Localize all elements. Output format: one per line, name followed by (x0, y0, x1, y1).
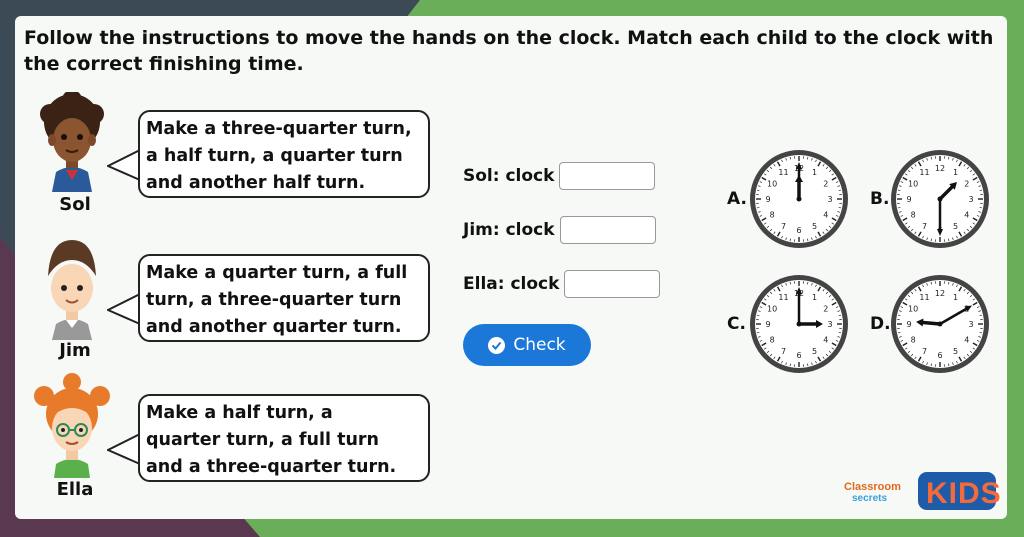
clock-numeral: 8 (911, 211, 916, 220)
clock-numeral: 4 (964, 336, 969, 345)
clock-numeral: 8 (770, 336, 775, 345)
clock-numeral: 5 (953, 222, 958, 231)
ella-name: Ella (56, 479, 94, 500)
check-button-label: Check (513, 335, 566, 355)
clock-a: 123456789101112 (750, 150, 848, 248)
clock-center (937, 321, 943, 327)
clock-c: 123456789101112 (750, 275, 848, 373)
sol-instruction-line-1: Make a three-quarter turn, (146, 119, 412, 139)
jim-answer-row: Jim: clock (463, 216, 656, 244)
clock-numeral: 3 (968, 320, 973, 329)
jim-instruction-line-3: and another quarter turn. (146, 317, 402, 337)
clock-numeral: 9 (906, 195, 911, 204)
clock-numeral: 7 (781, 347, 786, 356)
jim-answer-label: Jim: clock (463, 220, 555, 240)
clock-d: 123456789101112 (891, 275, 989, 373)
clock-a-letter: A. (727, 189, 747, 209)
ella-instruction-line-2: quarter turn, a full turn (146, 430, 380, 450)
clock-numeral: 10 (908, 180, 918, 189)
clock-numeral: 10 (767, 180, 777, 189)
sol-name: Sol (59, 194, 91, 215)
clock-numeral: 6 (796, 351, 801, 360)
jim-answer-input[interactable] (559, 216, 656, 244)
clock-c-letter: C. (727, 314, 746, 334)
clock-numeral: 3 (827, 195, 832, 204)
sol-answer-row: Sol: clock (463, 162, 656, 190)
ella-avatar (34, 373, 110, 478)
clock-numeral: 3 (968, 195, 973, 204)
clock-numeral: 10 (908, 305, 918, 314)
clock-numeral: 7 (781, 222, 786, 231)
clock-numeral: 7 (922, 347, 927, 356)
clock-numeral: 1 (812, 168, 817, 177)
logo-classroom-text: Classroom (844, 481, 901, 493)
jim-bubble-tail (107, 293, 141, 325)
ella-instruction-line-1: Make a half turn, a (146, 403, 333, 423)
clock-numeral: 4 (964, 211, 969, 220)
clock-numeral: 9 (906, 320, 911, 329)
clock-numeral: 6 (796, 226, 801, 235)
sol-bubble-tail (107, 149, 141, 181)
clock-numeral: 5 (953, 347, 958, 356)
clock-numeral: 11 (778, 168, 788, 177)
question-title: Follow the instructions to move the hand… (24, 27, 994, 75)
clock-numeral: 12 (935, 289, 945, 298)
clock-d-letter: D. (870, 314, 891, 334)
clock-numeral: 8 (770, 211, 775, 220)
clock-b-letter: B. (870, 189, 890, 209)
jim-name: Jim (59, 340, 91, 361)
ella-bubble-tail (107, 433, 141, 465)
clock-numeral: 1 (812, 293, 817, 302)
clock-numeral: 7 (922, 222, 927, 231)
clock-numeral: 3 (827, 320, 832, 329)
clock-numeral: 5 (812, 222, 817, 231)
clock-numeral: 9 (765, 195, 770, 204)
clock-numeral: 4 (823, 211, 828, 220)
sol-instruction-bubble: Make a three-quarter turn, a half turn, … (138, 110, 430, 198)
clock-numeral: 4 (823, 336, 828, 345)
clock-numeral: 1 (953, 168, 958, 177)
clock-numeral: 5 (812, 347, 817, 356)
clock-numeral: 1 (953, 293, 958, 302)
clock-hour-hand (918, 320, 942, 326)
ella-instruction-bubble: Make a half turn, a quarter turn, a full… (138, 394, 430, 482)
clock-center (796, 321, 802, 327)
clock-numeral: 11 (919, 293, 929, 302)
logo-kids-text: KIDS (926, 477, 1000, 510)
ella-answer-label: Ella: clock (463, 274, 560, 294)
check-button[interactable]: Check (463, 324, 591, 366)
jim-instruction-line-1: Make a quarter turn, a full (146, 263, 408, 283)
logo-secrets-text: secrets (852, 493, 887, 504)
sol-answer-input[interactable] (559, 162, 656, 190)
clock-numeral: 9 (765, 320, 770, 329)
classroom-secrets-kids-logo: Classroom secrets KIDS (844, 472, 1000, 510)
clock-numeral: 11 (778, 293, 788, 302)
sol-avatar (40, 92, 104, 192)
sol-answer-label: Sol: clock (463, 166, 555, 186)
clock-numeral: 10 (767, 305, 777, 314)
clock-center (796, 196, 802, 202)
clock-numeral: 2 (823, 305, 828, 314)
jim-avatar (48, 240, 96, 340)
clock-numeral: 6 (937, 351, 942, 360)
ella-answer-input[interactable] (564, 270, 661, 298)
clock-numeral: 11 (919, 168, 929, 177)
clock-numeral: 2 (964, 180, 969, 189)
sol-instruction-line-2: a half turn, a quarter turn (146, 146, 403, 166)
clock-numeral: 2 (823, 180, 828, 189)
jim-instruction-line-2: turn, a three-quarter turn (146, 290, 402, 310)
jim-instruction-bubble: Make a quarter turn, a full turn, a thre… (138, 254, 430, 342)
ella-instruction-line-3: and a three-quarter turn. (146, 457, 397, 477)
ella-answer-row: Ella: clock (463, 270, 661, 298)
check-circle-icon (488, 336, 506, 354)
clock-b: 123456789101112 (891, 150, 989, 248)
clock-center (937, 196, 943, 202)
clock-numeral: 8 (911, 336, 916, 345)
clock-numeral: 12 (935, 164, 945, 173)
sol-instruction-line-3: and another half turn. (146, 173, 366, 193)
